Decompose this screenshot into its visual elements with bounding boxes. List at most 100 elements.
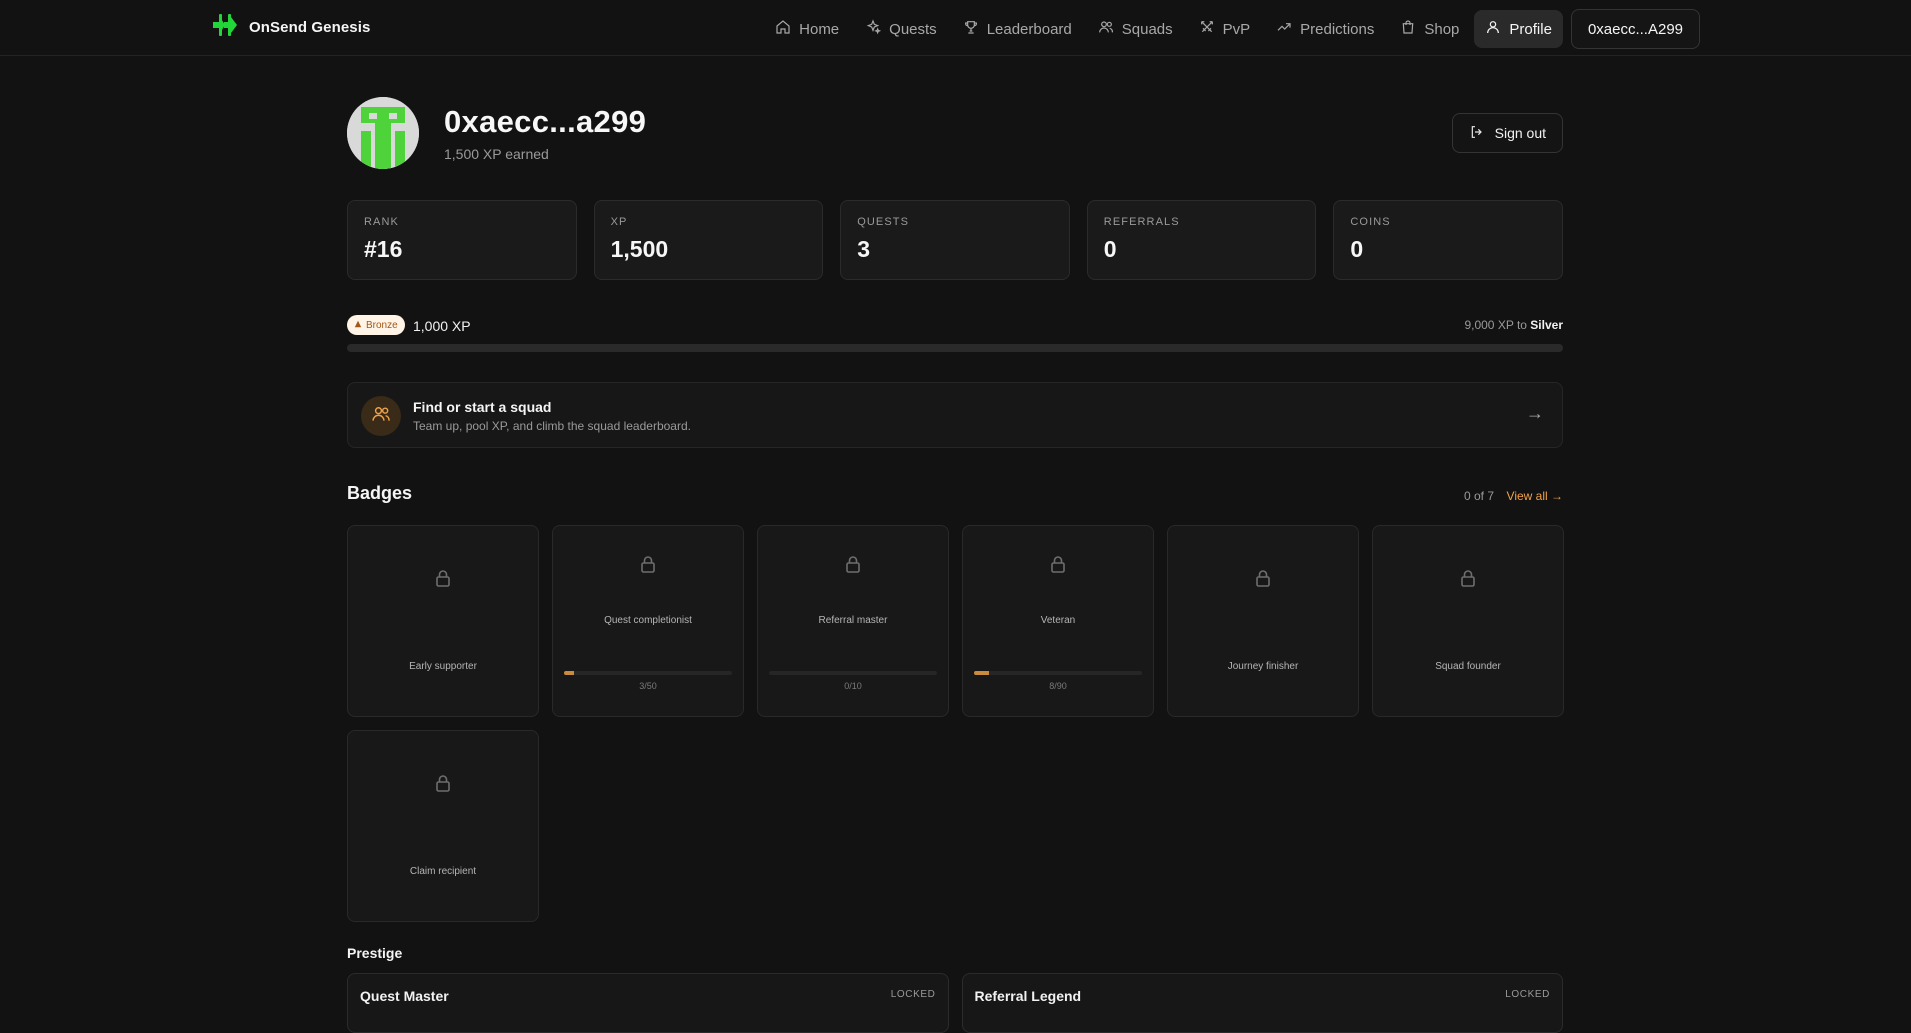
badges-title: Badges (347, 483, 413, 503)
badge-name: Veteran (1040, 615, 1076, 626)
tier-progress: Bronze 1,000 XP 9,000 XP to Silver (347, 312, 1563, 352)
badge-progress-fill (564, 671, 575, 675)
nav-item-label: Quests (889, 20, 937, 38)
lock-icon (640, 555, 656, 573)
brand-name: OnSend Genesis (249, 19, 371, 36)
users-icon (1098, 19, 1114, 39)
view-all-badges-link[interactable]: View all → (1507, 489, 1563, 503)
prestige-row: Quest Master LOCKED Referral Legend LOCK… (347, 973, 1563, 1033)
shopping-bag-icon (1400, 19, 1416, 39)
stats-row: RANK #16 XP 1,500 QUESTS 3 REFERRALS 0 C… (347, 200, 1563, 280)
prestige-title: Prestige (347, 945, 403, 961)
badges-header: Badges 0 of 7 View all → (347, 483, 1563, 513)
triangle-icon (354, 320, 362, 331)
stat-value: #16 (364, 236, 403, 262)
sign-out-button[interactable]: Sign out (1451, 113, 1563, 153)
badge-name: Quest completionist (604, 615, 692, 626)
brand[interactable]: OnSend Genesis (211, 14, 370, 41)
tier-badge: Bronze (347, 315, 405, 335)
profile-header: 0xaecc...a299 1,500 XP earned Sign out (347, 56, 1563, 200)
nav-item-leaderboard[interactable]: Leaderboard (952, 10, 1083, 48)
tier-next-remaining: 9,000 XP to (1464, 318, 1527, 332)
badges-count: 0 of 7 (1463, 489, 1494, 503)
user-icon (1485, 19, 1501, 39)
nav-item-home[interactable]: Home (764, 10, 850, 48)
badge-card[interactable]: Journey finisher (1167, 525, 1359, 717)
avatar (347, 97, 419, 169)
badge-name: Early supporter (409, 661, 477, 672)
stat-value: 1,500 (610, 236, 669, 262)
nav-item-shop[interactable]: Shop (1389, 10, 1470, 48)
badge-name: Squad founder (1435, 661, 1501, 672)
top-navigation-bar: OnSend Genesis Home Quests Leaderboard S… (0, 0, 1911, 56)
nav-item-quests[interactable]: Quests (854, 10, 948, 48)
stat-label: REFERRALS (1103, 216, 1180, 228)
tier-row: Bronze 1,000 XP 9,000 XP to Silver (347, 312, 1563, 342)
nav-item-label: Home (799, 20, 840, 38)
nav-item-profile[interactable]: Profile (1474, 10, 1563, 48)
lock-icon (845, 555, 861, 573)
lock-icon (435, 569, 451, 587)
home-icon (775, 19, 791, 39)
stat-card-xp: XP 1,500 (593, 200, 824, 280)
badge-progress-count: 8/90 (1049, 681, 1067, 691)
badge-card[interactable]: Squad founder (1372, 525, 1564, 717)
nav-item-squads[interactable]: Squads (1087, 10, 1184, 48)
find-squad-card[interactable]: Find or start a squad Team up, pool XP, … (347, 382, 1563, 448)
trophy-icon (963, 19, 979, 39)
profile-page: 0xaecc...a299 1,500 XP earned Sign out R… (347, 56, 1564, 1033)
badge-card[interactable]: Referral master 0/10 (757, 525, 949, 717)
stat-label: QUESTS (857, 216, 910, 228)
badge-progress-fill (974, 671, 990, 675)
tier-next-name: Silver (1530, 318, 1563, 332)
nav-item-predictions[interactable]: Predictions (1265, 10, 1385, 48)
prestige-name: Quest Master (360, 988, 449, 1004)
stat-card-referrals: REFERRALS 0 (1086, 200, 1317, 280)
badge-card[interactable]: Claim recipient (347, 730, 539, 922)
prestige-card-quest-master[interactable]: Quest Master LOCKED (347, 973, 949, 1033)
badge-progress-bar (769, 671, 937, 675)
stat-card-coins: COINS 0 (1333, 200, 1563, 280)
wallet-address-button[interactable]: 0xaecc...A299 (1570, 9, 1700, 49)
badge-name: Journey finisher (1227, 661, 1299, 672)
nav-item-label: Leaderboard (986, 20, 1072, 38)
lock-icon (1050, 555, 1066, 573)
stat-value: 0 (1103, 236, 1117, 262)
badge-card[interactable]: Quest completionist 3/50 (552, 525, 744, 717)
sparkles-icon (865, 19, 882, 39)
badge-card[interactable]: Early supporter (347, 525, 539, 717)
prestige-card-referral-legend[interactable]: Referral Legend LOCKED (961, 973, 1563, 1033)
squad-cta-subtitle: Team up, pool XP, and climb the squad le… (413, 419, 691, 433)
nav-item-label: Squads (1121, 20, 1173, 38)
badge-progress-bar (564, 671, 732, 675)
badge-card[interactable]: Veteran 8/90 (962, 525, 1154, 717)
badge-name: Referral master (818, 615, 888, 626)
swords-icon (1199, 19, 1215, 39)
stat-card-rank: RANK #16 (347, 200, 577, 280)
brand-logo-icon (211, 14, 241, 41)
nav-item-label: Predictions (1300, 20, 1375, 38)
users-icon (371, 404, 391, 429)
log-out-icon (1469, 124, 1485, 143)
prestige-section: Prestige Quest Master LOCKED Referral Le… (347, 945, 1563, 1033)
arrow-right-icon: → (1526, 403, 1544, 423)
badge-progress-count: 3/50 (639, 681, 657, 691)
stat-label: COINS (1350, 216, 1391, 228)
badge-name: Claim recipient (409, 866, 477, 877)
stat-value: 0 (1350, 236, 1364, 262)
badge-progress-bar (974, 671, 1142, 675)
main-nav: Home Quests Leaderboard Squads PvP Predi… (764, 9, 1700, 49)
tier-progress-bar (347, 344, 1563, 352)
stat-label: XP (610, 216, 628, 228)
badge-progress-count: 0/10 (844, 681, 862, 691)
squad-cta-title: Find or start a squad (413, 399, 552, 415)
prestige-name: Referral Legend (974, 988, 1082, 1004)
tier-next: 9,000 XP to Silver (1464, 318, 1563, 332)
badges-section: Badges 0 of 7 View all → Early supporter… (347, 483, 1564, 922)
nav-item-label: PvP (1222, 20, 1251, 38)
nav-item-pvp[interactable]: PvP (1188, 10, 1262, 48)
profile-name: 0xaecc...a299 (444, 104, 647, 139)
lock-icon (1255, 569, 1271, 587)
nav-item-label: Profile (1509, 20, 1552, 38)
tier-badge-label: Bronze (366, 319, 398, 331)
